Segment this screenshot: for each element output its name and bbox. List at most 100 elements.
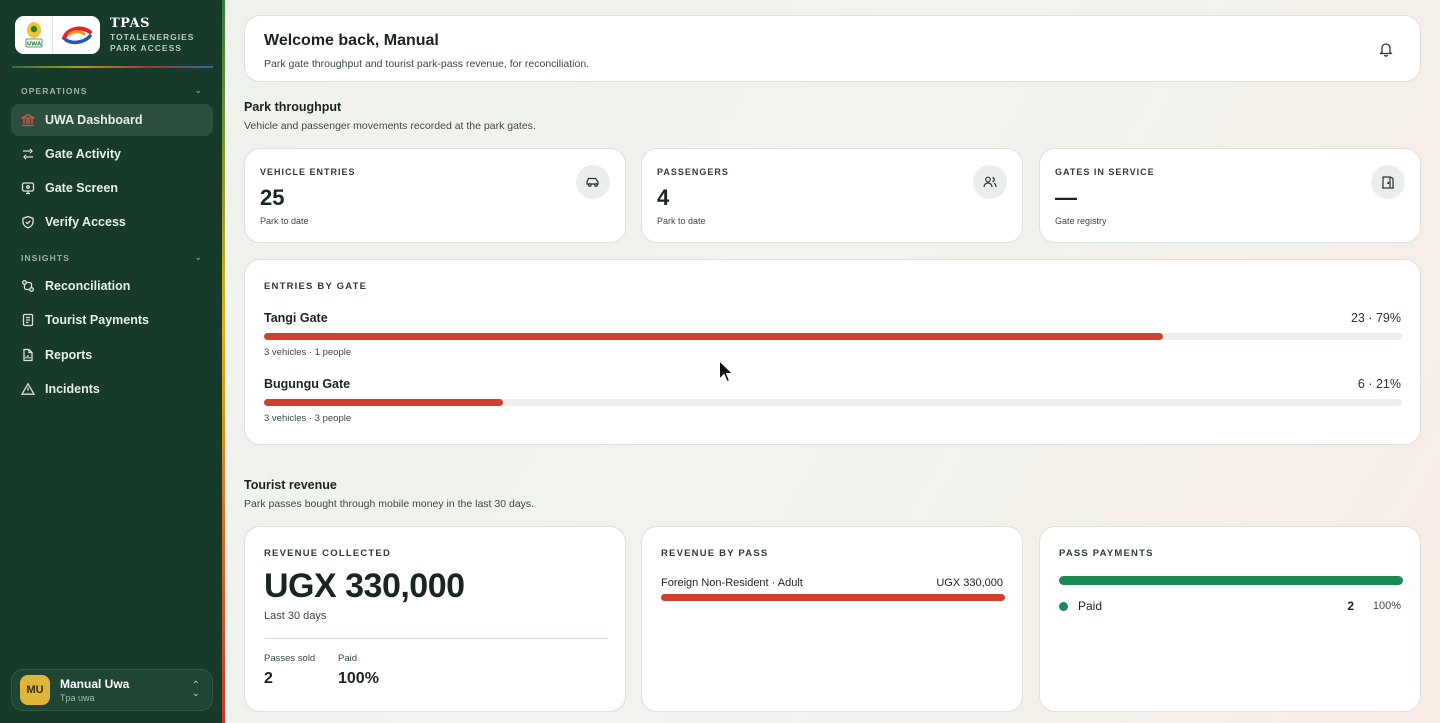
uwa-logo-icon: UWA	[15, 16, 53, 54]
gate-detail: 3 vehicles · 1 people	[264, 347, 352, 358]
section-label-operations: OPERATIONS	[21, 86, 88, 96]
stat-card-gates-in-service: GATES IN SERVICE — Gate registry	[1039, 148, 1421, 243]
chevron-down-icon[interactable]: ⌄	[194, 85, 202, 96]
stat-label: PASSENGERS	[657, 167, 729, 177]
gate-progress-track	[264, 333, 1402, 340]
sidebar-item-verify-access[interactable]: Verify Access	[11, 206, 213, 238]
revenue-by-pass-card: REVENUE BY PASS Foreign Non-Resident · A…	[641, 526, 1023, 712]
stat-caption: Park to date	[657, 216, 706, 226]
sidebar-item-tourist-payments[interactable]: Tourist Payments	[11, 304, 213, 336]
stat-label: VEHICLE ENTRIES	[260, 167, 356, 177]
payment-percent: 100%	[1372, 600, 1401, 612]
gate-detail: 3 vehicles · 3 people	[264, 413, 352, 424]
pass-type-label: Foreign Non-Resident · Adult	[661, 577, 803, 589]
sidebar-edge-stripe	[222, 0, 225, 723]
sidebar-item-label: Reports	[45, 348, 93, 362]
welcome-header: Welcome back, Manual Park gate throughpu…	[244, 15, 1421, 82]
section-title-throughput: Park throughput	[244, 100, 342, 114]
stat-card-passengers: PASSENGERS 4 Park to date	[641, 148, 1023, 243]
totalenergies-logo-icon	[53, 24, 100, 46]
chevron-down-icon[interactable]: ⌄	[194, 252, 202, 263]
gate-progress-fill	[264, 399, 503, 406]
pass-payments-card: PASS PAYMENTS Paid 2 100%	[1039, 526, 1421, 712]
chevron-up-down-icon: ⌃ ⌄	[191, 680, 200, 699]
sidebar-item-label: Reconciliation	[45, 279, 131, 293]
avatar: MU	[20, 675, 50, 705]
gate-icon	[1371, 165, 1405, 199]
sidebar-item-gate-screen[interactable]: Gate Screen	[11, 172, 213, 204]
sidebar-item-gate-activity[interactable]: Gate Activity	[11, 138, 213, 170]
document-icon	[21, 348, 35, 362]
brand-logo[interactable]: UWA	[15, 16, 100, 54]
status-dot	[1059, 602, 1068, 611]
sidebar-item-label: UWA Dashboard	[45, 113, 143, 127]
sidebar: UWA TPAS TOTALENERGIES PARK ACCESS OPERA…	[0, 0, 222, 723]
sidebar-item-uwa-dashboard[interactable]: UWA Dashboard	[11, 104, 213, 136]
svg-text:UWA: UWA	[26, 42, 41, 48]
user-subtitle: Tpa uwa	[60, 693, 95, 703]
payments-progress-track	[1059, 576, 1403, 585]
pass-progress-track	[661, 594, 1005, 601]
monitor-icon	[21, 181, 35, 195]
user-menu[interactable]: MU Manual Uwa Tpa uwa ⌃ ⌄	[11, 669, 213, 711]
gate-progress-fill	[264, 333, 1164, 340]
warning-icon	[21, 382, 35, 396]
payment-count: 2	[1347, 599, 1354, 613]
revenue-by-pass-label: REVENUE BY PASS	[661, 548, 769, 559]
sidebar-item-reconciliation[interactable]: Reconciliation	[11, 270, 213, 302]
gate-progress-track	[264, 399, 1402, 406]
reconcile-icon	[21, 279, 35, 293]
payment-status-label: Paid	[1078, 599, 1103, 613]
stat-value: —	[1055, 185, 1077, 210]
car-icon	[576, 165, 610, 199]
entries-by-gate-card: ENTRIES BY GATE Tangi Gate 23 · 79% 3 ve…	[244, 259, 1421, 445]
mouse-cursor-icon	[718, 359, 734, 389]
user-name: Manual Uwa	[60, 677, 130, 691]
bank-icon	[21, 113, 35, 127]
gate-name: Tangi Gate	[264, 311, 328, 325]
bell-icon[interactable]	[1378, 41, 1394, 62]
stat-label: GATES IN SERVICE	[1055, 167, 1155, 177]
brand-text: TPAS TOTALENERGIES PARK ACCESS	[110, 17, 194, 52]
section-subtitle-throughput: Vehicle and passenger movements recorded…	[244, 120, 536, 132]
sidebar-item-label: Tourist Payments	[45, 313, 149, 327]
activity-icon	[21, 147, 35, 161]
page-subtitle: Park gate throughput and tourist park-pa…	[264, 58, 590, 70]
revenue-collected-card: REVENUE COLLECTED UGX 330,000 Last 30 da…	[244, 526, 626, 712]
sidebar-item-label: Gate Activity	[45, 147, 121, 161]
page-title: Welcome back, Manual	[264, 32, 439, 49]
pass-payments-label: PASS PAYMENTS	[1059, 548, 1154, 559]
section-subtitle-revenue: Park passes bought through mobile money …	[244, 498, 535, 510]
brand-subtitle-line1: TOTALENERGIES	[110, 32, 195, 42]
revenue-collected-label: REVENUE COLLECTED	[264, 548, 392, 559]
sidebar-item-reports[interactable]: Reports	[11, 339, 213, 371]
stat-value: 25	[260, 185, 285, 210]
paid-value: 100%	[338, 670, 379, 687]
receipt-icon	[21, 313, 35, 327]
pass-progress-fill	[661, 594, 1005, 601]
brand-divider	[12, 66, 213, 68]
entries-by-gate-title: ENTRIES BY GATE	[264, 281, 368, 292]
revenue-amount: UGX 330,000	[264, 567, 465, 605]
stat-caption: Gate registry	[1055, 216, 1107, 226]
stat-caption: Park to date	[260, 216, 309, 226]
payments-progress-fill	[1059, 576, 1403, 585]
sidebar-item-label: Verify Access	[45, 215, 126, 229]
users-icon	[973, 165, 1007, 199]
passes-sold-value: 2	[264, 670, 273, 687]
divider	[264, 638, 608, 639]
sidebar-item-incidents[interactable]: Incidents	[11, 373, 213, 405]
revenue-period: Last 30 days	[264, 610, 327, 622]
section-label-insights: INSIGHTS	[21, 253, 70, 263]
shield-check-icon	[21, 215, 35, 229]
sidebar-item-label: Incidents	[45, 382, 100, 396]
section-title-revenue: Tourist revenue	[244, 478, 337, 492]
stat-card-vehicle-entries: VEHICLE ENTRIES 25 Park to date	[244, 148, 626, 243]
brand-subtitle-line2: PARK ACCESS	[110, 42, 182, 53]
stat-value: 4	[657, 185, 670, 210]
sidebar-item-label: Gate Screen	[45, 181, 118, 195]
brand-title: TPAS	[110, 16, 150, 31]
pass-type-amount: UGX 330,000	[936, 577, 1003, 589]
passes-sold-label: Passes sold	[264, 653, 316, 664]
gate-name: Bugungu Gate	[264, 377, 351, 391]
